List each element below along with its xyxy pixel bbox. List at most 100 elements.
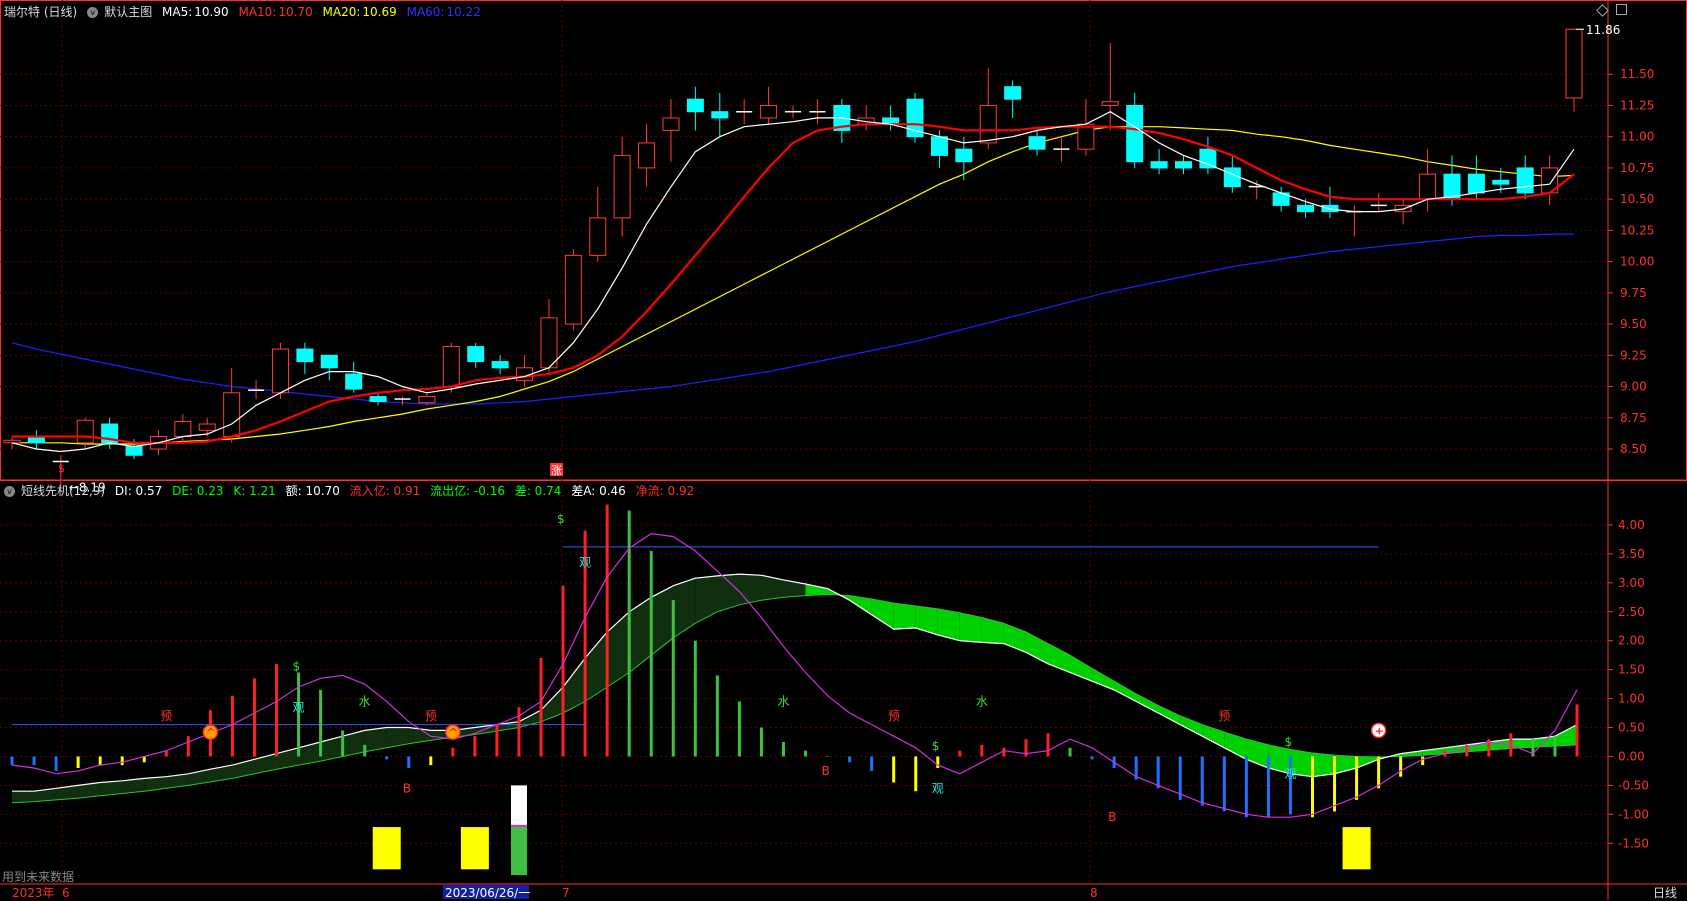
cloud-segment <box>629 597 652 673</box>
candle-up <box>613 154 631 219</box>
ma10-value: 10.70 <box>278 5 313 19</box>
indicator-signal-label: $ <box>557 512 565 526</box>
ma10-label: MA10: <box>238 5 277 19</box>
indicator-tick-label: -1.50 <box>1618 836 1649 850</box>
period-button[interactable]: 日线 <box>1653 884 1677 901</box>
candle-up <box>174 421 192 438</box>
cloud-segment <box>739 574 762 605</box>
candle-down <box>125 446 143 456</box>
candle-down <box>1492 179 1510 185</box>
candle-up <box>540 317 558 369</box>
cloud-segment <box>12 791 34 803</box>
diff-value: 差: 0.74 <box>514 484 562 498</box>
candle-down <box>1175 161 1192 169</box>
indicator-signal-label: B <box>822 764 830 778</box>
indicator-name[interactable]: 短线先机(12,9) <box>21 484 105 498</box>
signal-block <box>460 827 489 870</box>
main-tick-label: 9.75 <box>1620 286 1647 300</box>
candle-up <box>1077 123 1095 150</box>
future-data-note: 用到未来数据 <box>2 870 75 884</box>
indicator-signal-label: 水 <box>359 694 371 708</box>
indicator-signal-label: $ <box>932 739 940 753</box>
candle-up <box>418 396 436 404</box>
de-value: DE: 0.23 <box>172 484 224 498</box>
inflow-value: 流入亿: 0.91 <box>349 484 421 498</box>
cloud-segment <box>673 578 696 638</box>
indicator-signal-label: 预 <box>888 709 900 723</box>
indicator-tick-label: 0.50 <box>1618 721 1645 735</box>
candle-up <box>3 439 21 444</box>
indicator-signal-label: 观 <box>579 556 591 570</box>
main-tick-label: 10.50 <box>1620 192 1654 206</box>
ma5-line <box>11 111 1575 453</box>
cursor-date-label: 2023/06/26/一 <box>445 886 530 900</box>
candle-down <box>1004 86 1022 100</box>
cloud-segment <box>563 658 586 713</box>
k-value: K: 1.21 <box>233 484 276 498</box>
ma5-value: 10.90 <box>194 5 229 19</box>
ma60-value: 10.22 <box>446 5 481 19</box>
candle-down <box>1126 104 1144 163</box>
high-price-label: 11.86 <box>1586 23 1620 37</box>
indicator-tick-label: -0.50 <box>1618 778 1649 792</box>
cloud-segment <box>585 632 608 702</box>
cloud-segment <box>1312 753 1335 777</box>
chevron-down-icon[interactable]: v <box>87 7 99 18</box>
rise-mark: 涨 <box>551 464 562 477</box>
candle-down <box>711 111 729 119</box>
candle-up <box>564 254 582 325</box>
indicator-tick-label: 1.00 <box>1618 692 1645 706</box>
indicator-tick-label: 2.50 <box>1618 605 1645 619</box>
candle-up <box>979 104 997 144</box>
net-value: 净流: 0.92 <box>635 484 695 498</box>
cloud-segment <box>981 617 1004 644</box>
indicator-signal-label: 水 <box>777 694 789 708</box>
chevron-down-icon[interactable]: v <box>4 486 15 497</box>
candle-down <box>467 346 485 363</box>
candle-down <box>930 136 948 156</box>
stock-name: 瑞尔特 (日线) <box>4 5 78 19</box>
indicator-signal-label: $ <box>1284 735 1292 749</box>
candle-up <box>198 423 216 431</box>
window-restore-icon[interactable] <box>1616 4 1627 15</box>
signal-mark: $ <box>58 462 65 475</box>
main-chart-name[interactable]: 默认主图 <box>104 5 152 19</box>
main-tick-label: 8.75 <box>1620 411 1647 425</box>
indicator-signal-label: 观 <box>293 700 305 714</box>
amount-value: 额: 10.70 <box>285 484 340 498</box>
indicator-signal-label: $ <box>293 660 301 674</box>
indicator-signal-label: 观 <box>1284 767 1296 781</box>
main-tick-label: 9.00 <box>1620 380 1647 394</box>
indicator-signal-label: 观 <box>932 781 944 795</box>
cloud-segment <box>959 612 982 643</box>
candle-up <box>638 142 656 169</box>
cloud-segment <box>607 611 630 687</box>
main-tick-label: 11.00 <box>1620 130 1654 144</box>
main-tick-label: 10.75 <box>1620 161 1654 175</box>
indicator-tick-label: 3.50 <box>1618 547 1645 561</box>
indicator-tick-label: 4.00 <box>1618 518 1645 532</box>
stock-chart[interactable]: 11.50 11.25 11.00 10.75 10.50 10.25 10.00 9.75 9… <box>0 0 1687 900</box>
candle-up <box>1565 28 1583 99</box>
ma20-line <box>12 126 1575 445</box>
cross-block-white <box>510 785 527 826</box>
main-tick-label: 9.50 <box>1620 317 1647 331</box>
outflow-value: 流出亿: -0.16 <box>430 484 505 498</box>
main-tick-label: 9.25 <box>1620 348 1647 362</box>
indicator-tick-label: 1.50 <box>1618 663 1645 677</box>
main-tick-label: 8.50 <box>1620 442 1647 456</box>
ma20-value: 10.69 <box>362 5 397 19</box>
x-year-label: 2023年 <box>12 886 55 900</box>
candle-up <box>760 104 778 119</box>
candle-up <box>589 217 607 256</box>
diffa-value: 差A: 0.46 <box>571 484 626 498</box>
candle-down <box>296 348 314 363</box>
signal-block <box>1342 827 1371 870</box>
ma20-label: MA20: <box>322 5 361 19</box>
candle-up <box>1419 173 1437 200</box>
indicator-tick-label: 3.00 <box>1618 576 1645 590</box>
cross-block-green <box>510 825 527 876</box>
candle-down <box>345 373 363 390</box>
candle-up <box>76 419 94 444</box>
indicator-signal-label: 预 <box>160 709 172 723</box>
